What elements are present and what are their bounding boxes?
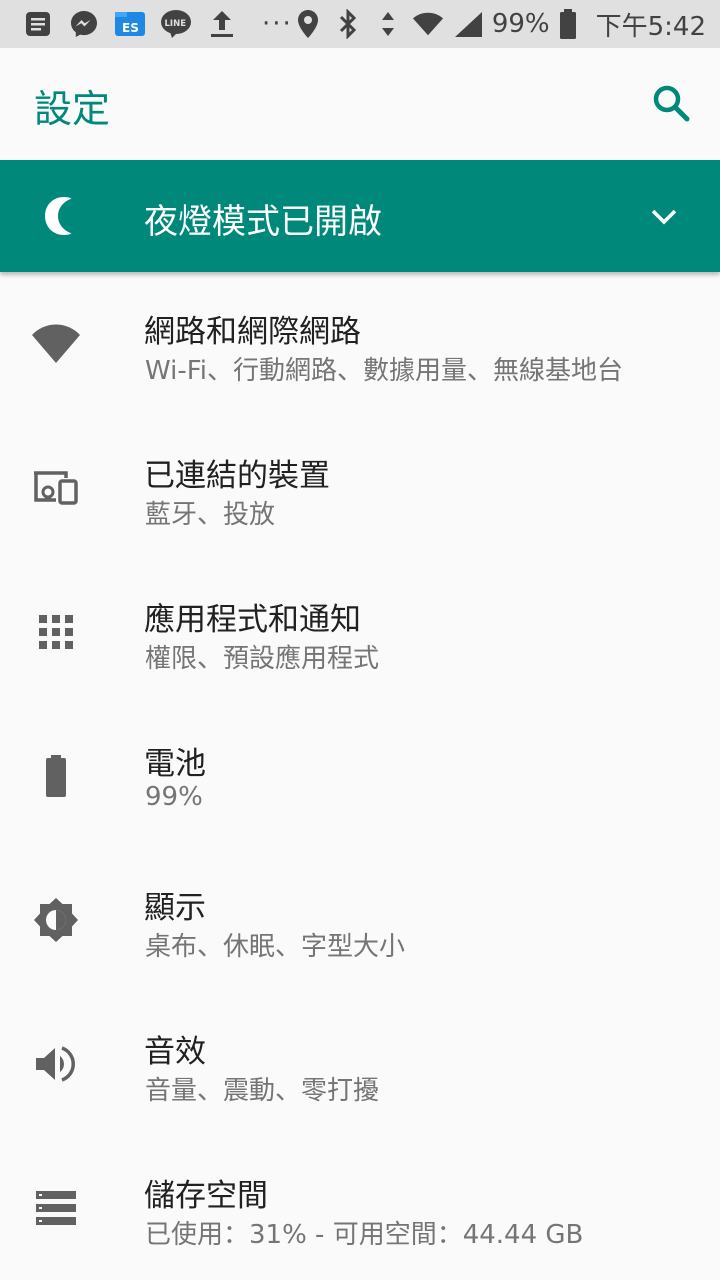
settings-item-subtitle: 權限、預設應用程式 <box>145 644 380 674</box>
settings-item-subtitle: 99% <box>145 782 203 812</box>
search-icon <box>653 85 690 122</box>
settings-item-subtitle: 音量、震動、零打擾 <box>145 1076 380 1106</box>
app-bar: 設定 <box>0 48 720 160</box>
search-button[interactable] <box>650 82 694 126</box>
night-light-banner[interactable]: 夜燈模式已開啟 <box>0 160 720 272</box>
battery-icon <box>28 748 84 804</box>
settings-item-storage[interactable]: 儲存空間 已使用：31% - 可用空間：44.44 GB <box>0 1136 720 1280</box>
settings-item-subtitle: 桌布、休眠、字型大小 <box>145 932 406 962</box>
more-dots-icon: ··· <box>262 9 293 39</box>
file-explorer-icon: ES <box>114 8 146 40</box>
settings-item-apps[interactable]: 應用程式和通知 權限、預設應用程式 <box>0 560 720 704</box>
settings-item-subtitle: 已使用：31% - 可用空間：44.44 GB <box>145 1220 584 1250</box>
bluetooth-icon <box>332 8 364 40</box>
brightness-icon <box>28 892 84 948</box>
clock: 下午5:42 <box>595 11 706 42</box>
devices-icon <box>28 460 84 516</box>
page-title: 設定 <box>34 87 111 131</box>
settings-item-network[interactable]: 網路和網際網路 Wi-Fi、行動網路、數據用量、無線基地台 <box>0 272 720 416</box>
battery-icon <box>558 8 578 40</box>
apps-icon <box>28 604 84 660</box>
upload-icon <box>206 8 238 40</box>
notes-icon <box>22 8 54 40</box>
settings-item-subtitle: Wi-Fi、行動網路、數據用量、無線基地台 <box>145 356 624 386</box>
messenger-icon <box>68 8 100 40</box>
chevron-down-icon[interactable] <box>648 200 680 232</box>
status-bar: ES LINE ··· 99% 下午5:42 <box>0 0 720 48</box>
data-transfer-icon <box>372 8 404 40</box>
settings-item-battery[interactable]: 電池 99% <box>0 704 720 848</box>
settings-item-sound[interactable]: 音效 音量、震動、零打擾 <box>0 992 720 1136</box>
location-icon <box>292 8 324 40</box>
settings-item-connected-devices[interactable]: 已連結的裝置 藍牙、投放 <box>0 416 720 560</box>
volume-icon <box>28 1036 84 1092</box>
settings-item-title: 應用程式和通知 <box>144 602 361 638</box>
wifi-icon <box>28 316 84 372</box>
settings-item-subtitle: 藍牙、投放 <box>145 500 276 530</box>
settings-item-title: 電池 <box>144 746 206 782</box>
storage-icon <box>28 1180 84 1236</box>
signal-icon <box>452 8 484 40</box>
settings-item-title: 顯示 <box>144 890 206 926</box>
settings-item-title: 儲存空間 <box>144 1178 268 1214</box>
battery-percent: 99% <box>491 9 550 39</box>
wifi-icon <box>412 8 444 40</box>
night-light-text: 夜燈模式已開啟 <box>144 202 382 242</box>
svg-text:LINE: LINE <box>165 19 187 29</box>
settings-item-title: 已連結的裝置 <box>144 458 330 494</box>
moon-icon <box>38 194 78 238</box>
line-icon: LINE <box>160 8 192 40</box>
svg-text:ES: ES <box>122 21 139 35</box>
settings-item-title: 網路和網際網路 <box>144 314 361 350</box>
settings-item-title: 音效 <box>144 1034 206 1070</box>
settings-item-display[interactable]: 顯示 桌布、休眠、字型大小 <box>0 848 720 992</box>
settings-list: 網路和網際網路 Wi-Fi、行動網路、數據用量、無線基地台 已連結的裝置 藍牙、… <box>0 272 720 1280</box>
